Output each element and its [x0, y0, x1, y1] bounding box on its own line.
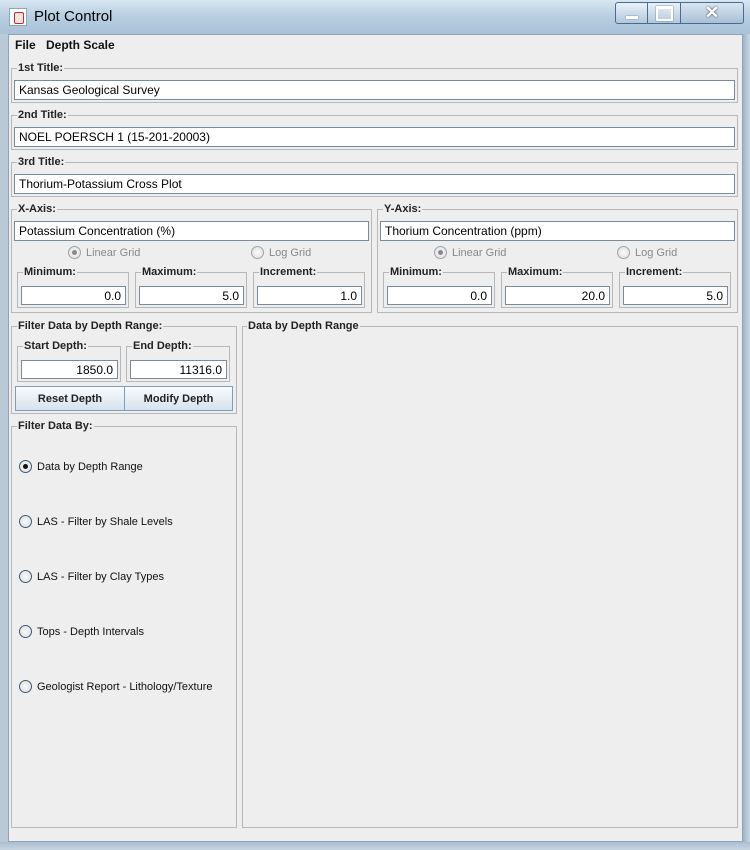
filter-option-label: LAS - Filter by Shale Levels	[37, 515, 173, 528]
y-increment-input[interactable]: 5.0	[623, 286, 728, 305]
start-depth-input[interactable]: 1850.0	[21, 360, 118, 379]
data-by-depth-panel	[242, 326, 738, 828]
first-title-input[interactable]: Kansas Geological Survey	[14, 80, 735, 100]
menu-depth-scale[interactable]: Depth Scale	[46, 38, 115, 52]
menu-file[interactable]: File	[15, 38, 36, 52]
y-maximum-label: Maximum:	[507, 266, 564, 279]
y-maximum-input[interactable]: 20.0	[505, 286, 610, 305]
y-axis-label: Y-Axis:	[383, 203, 423, 216]
filter-option-shale-levels[interactable]: LAS - Filter by Shale Levels	[19, 515, 173, 528]
y-increment-label: Increment:	[625, 266, 684, 279]
maximize-button[interactable]	[647, 2, 681, 24]
second-title-label: 2nd Title:	[17, 109, 68, 122]
close-button[interactable]: ✕	[680, 2, 744, 24]
x-increment-input[interactable]: 1.0	[257, 286, 362, 305]
filter-option-geologist-report[interactable]: Geologist Report - Lithology/Texture	[19, 680, 212, 693]
end-depth-label: End Depth:	[132, 340, 193, 353]
x-log-grid-radio[interactable]: Log Grid	[251, 246, 311, 259]
third-title-input[interactable]: Thorium-Potassium Cross Plot	[14, 174, 735, 194]
radio-unselected-icon	[19, 625, 32, 638]
filter-by-label: Filter Data By:	[17, 420, 94, 433]
data-by-depth-label: Data by Depth Range	[247, 320, 360, 333]
filter-option-clay-types[interactable]: LAS - Filter by Clay Types	[19, 570, 164, 583]
radio-selected-icon	[434, 246, 447, 259]
filter-option-label: LAS - Filter by Clay Types	[37, 570, 164, 583]
y-axis-title-input[interactable]: Thorium Concentration (ppm)	[380, 221, 735, 241]
y-log-grid-radio[interactable]: Log Grid	[617, 246, 677, 259]
x-axis-label: X-Axis:	[17, 203, 57, 216]
radio-unselected-icon	[251, 246, 264, 259]
y-log-grid-label: Log Grid	[635, 246, 678, 259]
end-depth-input[interactable]: 11316.0	[130, 360, 227, 379]
y-linear-grid-label: Linear Grid	[452, 246, 507, 259]
filter-option-tops-intervals[interactable]: Tops - Depth Intervals	[19, 625, 144, 638]
x-linear-grid-radio[interactable]: Linear Grid	[68, 246, 140, 259]
filter-option-label: Tops - Depth Intervals	[37, 625, 144, 638]
depth-filter-label: Filter Data by Depth Range:	[17, 320, 164, 333]
x-maximum-input[interactable]: 5.0	[139, 286, 244, 305]
x-axis-title-input[interactable]: Potassium Concentration (%)	[14, 221, 369, 241]
y-minimum-label: Minimum:	[389, 266, 443, 279]
radio-unselected-icon	[19, 570, 32, 583]
minimize-icon	[625, 15, 638, 19]
modify-depth-button[interactable]: Modify Depth	[124, 386, 233, 411]
x-maximum-label: Maximum:	[141, 266, 198, 279]
radio-selected-icon	[68, 246, 81, 259]
minimize-button[interactable]	[615, 2, 648, 24]
radio-unselected-icon	[19, 680, 32, 693]
maximize-icon	[655, 5, 673, 21]
start-depth-label: Start Depth:	[23, 340, 88, 353]
filter-option-label: Geologist Report - Lithology/Texture	[37, 680, 213, 693]
filter-option-depth-range[interactable]: Data by Depth Range	[19, 460, 143, 473]
x-minimum-label: Minimum:	[23, 266, 77, 279]
window-border-bottom	[0, 842, 750, 850]
x-linear-grid-label: Linear Grid	[86, 246, 141, 259]
radio-selected-icon	[19, 460, 32, 473]
reset-depth-button[interactable]: Reset Depth	[15, 386, 125, 411]
close-icon: ✕	[704, 3, 720, 22]
x-log-grid-label: Log Grid	[269, 246, 312, 259]
radio-unselected-icon	[617, 246, 630, 259]
third-title-label: 3rd Title:	[17, 156, 66, 169]
window-border-right	[743, 34, 750, 850]
window-title: Plot Control	[34, 8, 113, 25]
java-app-icon	[9, 8, 27, 26]
y-linear-grid-radio[interactable]: Linear Grid	[434, 246, 506, 259]
first-title-label: 1st Title:	[17, 62, 65, 75]
radio-unselected-icon	[19, 515, 32, 528]
x-minimum-input[interactable]: 0.0	[21, 286, 126, 305]
filter-option-label: Data by Depth Range	[37, 460, 143, 473]
x-increment-label: Increment:	[259, 266, 318, 279]
y-minimum-input[interactable]: 0.0	[387, 286, 492, 305]
second-title-input[interactable]: NOEL POERSCH 1 (15-201-20003)	[14, 127, 735, 147]
